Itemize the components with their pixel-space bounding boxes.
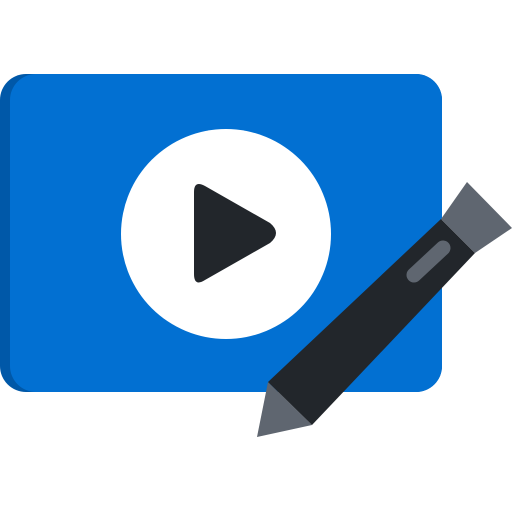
- play-button-icon: [121, 129, 331, 339]
- video-edit-icon: [0, 74, 512, 437]
- icon-canvas: [0, 0, 512, 512]
